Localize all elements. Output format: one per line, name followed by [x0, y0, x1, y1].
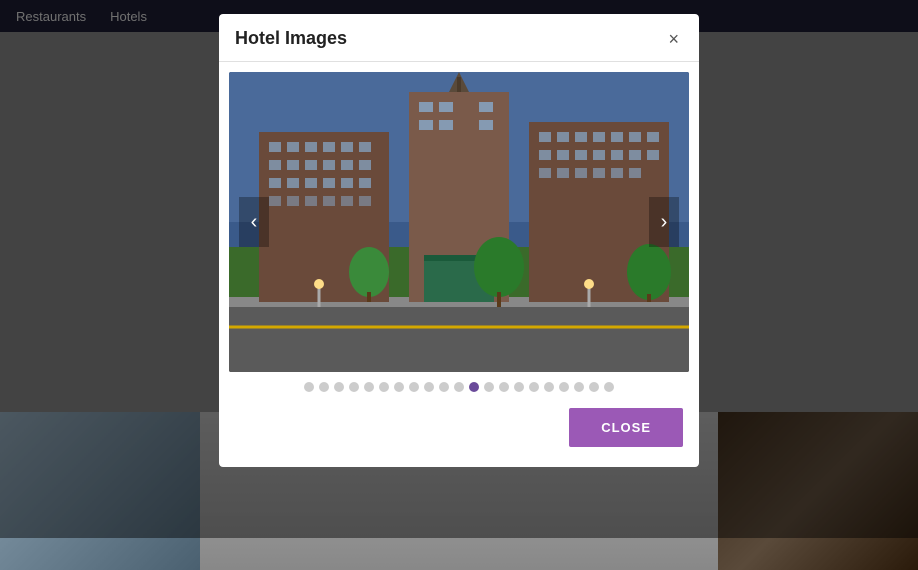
carousel-dot-18[interactable]: [574, 382, 584, 392]
carousel-dot-10[interactable]: [454, 382, 464, 392]
carousel-dot-14[interactable]: [514, 382, 524, 392]
carousel-dot-6[interactable]: [394, 382, 404, 392]
carousel-dot-8[interactable]: [424, 382, 434, 392]
carousel-dot-19[interactable]: [589, 382, 599, 392]
modal-footer: CLOSE: [219, 398, 699, 451]
modal-close-x-button[interactable]: ×: [664, 30, 683, 48]
carousel-dot-15[interactable]: [529, 382, 539, 392]
carousel-dot-0[interactable]: [304, 382, 314, 392]
carousel-dot-4[interactable]: [364, 382, 374, 392]
carousel-prev-button[interactable]: ‹: [239, 197, 269, 247]
carousel-dot-13[interactable]: [499, 382, 509, 392]
close-button[interactable]: CLOSE: [569, 408, 683, 447]
modal-header: Hotel Images ×: [219, 14, 699, 62]
carousel-image-wrapper: ‹ ›: [229, 72, 689, 372]
carousel-dot-11[interactable]: [469, 382, 479, 392]
carousel-dot-1[interactable]: [319, 382, 329, 392]
image-carousel: ‹ ›: [219, 62, 699, 398]
carousel-dot-20[interactable]: [604, 382, 614, 392]
carousel-dot-3[interactable]: [349, 382, 359, 392]
carousel-dot-7[interactable]: [409, 382, 419, 392]
carousel-dot-12[interactable]: [484, 382, 494, 392]
carousel-image: [229, 72, 689, 372]
carousel-dot-17[interactable]: [559, 382, 569, 392]
carousel-dot-9[interactable]: [439, 382, 449, 392]
carousel-dot-2[interactable]: [334, 382, 344, 392]
carousel-dot-5[interactable]: [379, 382, 389, 392]
carousel-dot-16[interactable]: [544, 382, 554, 392]
modal-title: Hotel Images: [235, 28, 347, 49]
hotel-images-modal: Hotel Images ×: [219, 14, 699, 467]
carousel-dots: [219, 372, 699, 398]
carousel-next-button[interactable]: ›: [649, 197, 679, 247]
